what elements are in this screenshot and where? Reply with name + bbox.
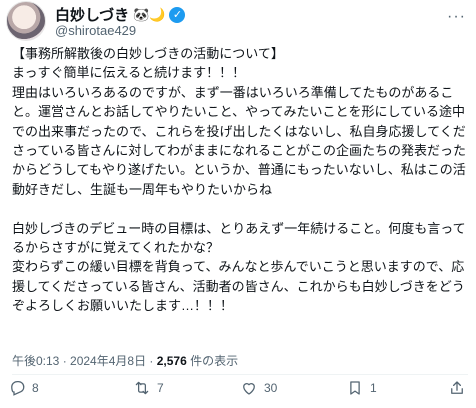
timestamp[interactable]: 午後0:13 · 2024年4月8日 · bbox=[12, 354, 157, 368]
retweet-icon bbox=[135, 381, 149, 395]
reply-icon bbox=[11, 380, 25, 396]
views-count: 2,576 bbox=[156, 354, 187, 368]
share-button[interactable] bbox=[448, 379, 466, 397]
verified-badge-icon: ✓ bbox=[169, 6, 186, 23]
paragraph-1: まっすぐ簡単に伝えると続けます！！！ bbox=[12, 65, 246, 81]
reply-count: 8 bbox=[32, 381, 39, 395]
tweet-text: 【事務所解散後の白妙しづきの活動について】 まっすぐ簡単に伝えると続けます！！！… bbox=[12, 44, 468, 316]
name-row: 白妙しづき 🐼🌙 ✓ bbox=[55, 4, 186, 25]
name-emojis: 🐼🌙 bbox=[133, 6, 166, 22]
views-label: 件の表示 bbox=[186, 354, 239, 368]
paragraph-4: 変わらずこの緩い目標を背負って、みんなと歩んでいこうと思いますので、応援してくだ… bbox=[12, 259, 465, 314]
divider bbox=[12, 374, 468, 375]
paragraph-3: 白妙しづきのデビュー時の目標は、とりあえず一年続けること。何度も言ってるからさす… bbox=[12, 220, 466, 256]
display-name[interactable]: 白妙しづき bbox=[55, 4, 129, 25]
avatar[interactable] bbox=[6, 1, 46, 41]
reply-button[interactable]: 8 bbox=[8, 379, 39, 397]
tweet-title: 【事務所解散後の白妙しづきの活動について】 bbox=[12, 46, 284, 61]
paragraph-2: 理由はいろいろあるのですが、まず一番はいろいろ準備してたものがあること。運営さん… bbox=[12, 84, 466, 197]
bookmark-button[interactable]: 1 bbox=[346, 379, 377, 397]
bookmark-count: 1 bbox=[370, 381, 377, 395]
action-bar: 8 7 30 1 bbox=[8, 379, 468, 405]
retweet-count: 7 bbox=[157, 381, 164, 395]
tweet-header: 白妙しづき 🐼🌙 ✓ @shirotae429 ··· bbox=[6, 0, 470, 44]
share-icon bbox=[451, 381, 463, 394]
heart-icon bbox=[243, 383, 255, 395]
tweet-meta: 午後0:13 · 2024年4月8日 · 2,576 件の表示 bbox=[12, 352, 238, 369]
handle[interactable]: @shirotae429 bbox=[55, 23, 136, 38]
like-count: 30 bbox=[264, 381, 278, 395]
bookmark-icon bbox=[350, 381, 360, 395]
more-options-icon[interactable]: ··· bbox=[447, 8, 466, 26]
retweet-button[interactable]: 7 bbox=[133, 379, 164, 397]
like-button[interactable]: 30 bbox=[240, 379, 277, 397]
